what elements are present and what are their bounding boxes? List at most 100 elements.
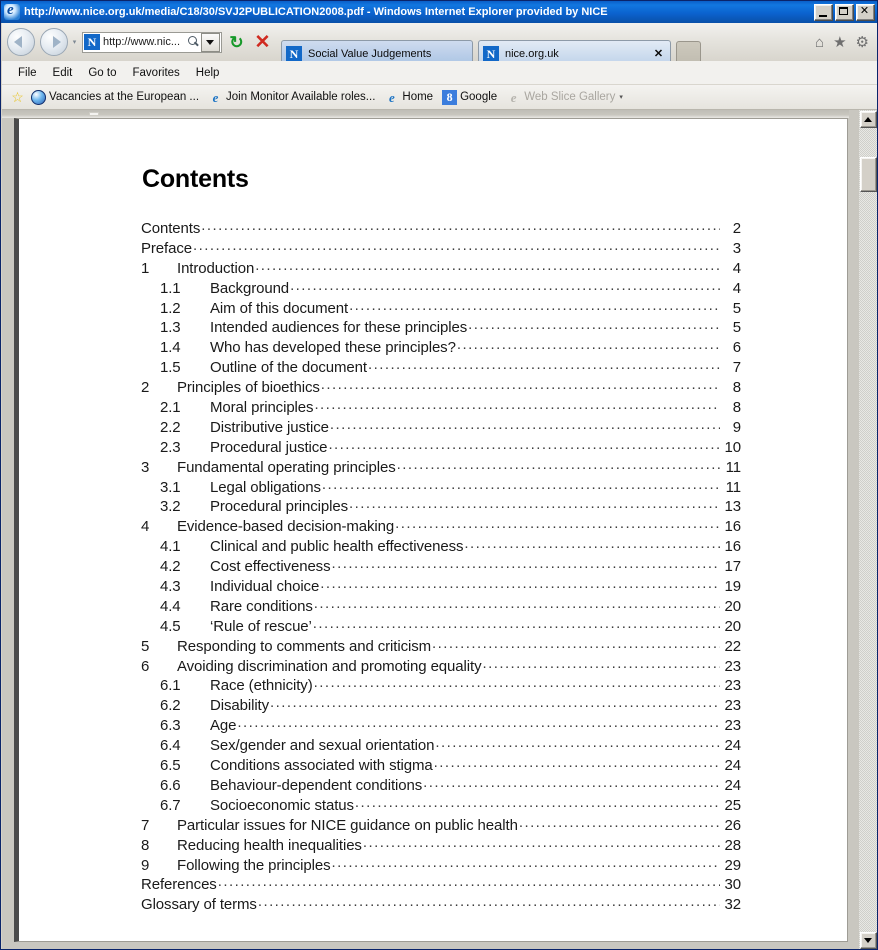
toc-entry[interactable]: 2.3 Procedural justice 10	[141, 438, 741, 458]
toc-entry-page: 10	[724, 438, 742, 456]
toc-entry[interactable]: 2.2 Distributive justice 9	[141, 418, 741, 438]
toc-leader-dots	[349, 299, 720, 313]
favorite-google[interactable]: 8 Google	[442, 89, 497, 105]
pdf-toolbar-sliver	[2, 110, 849, 118]
toc-leader-dots	[349, 497, 720, 511]
stop-icon[interactable]: ✕	[251, 31, 274, 54]
toc-entry-title: Procedural justice	[210, 438, 328, 456]
scroll-up-button[interactable]	[860, 111, 877, 128]
menu-file[interactable]: File	[10, 65, 45, 81]
toc-entry[interactable]: 2.1 Moral principles 8	[141, 398, 741, 418]
menu-edit[interactable]: Edit	[45, 65, 81, 81]
internet-explorer-icon	[4, 4, 20, 20]
toc-leader-dots	[423, 776, 720, 790]
favorite-vacancies-european[interactable]: Vacancies at the European ...	[31, 89, 199, 105]
toc-entry[interactable]: 1.2 Aim of this document 5	[141, 299, 741, 319]
toc-entry-title: Race (ethnicity)	[210, 677, 313, 695]
refresh-icon[interactable]: ↻	[225, 31, 248, 54]
toc-entry[interactable]: 1.3 Intended audiences for these principl…	[141, 318, 741, 338]
toc-entry-number: 6.7	[160, 796, 181, 814]
toc-entry[interactable]: 9 Following the principles 29	[141, 856, 741, 876]
menu-help[interactable]: Help	[188, 65, 228, 81]
recent-pages-chevron-icon[interactable]: ▾	[69, 38, 80, 46]
maximize-button[interactable]	[835, 3, 854, 21]
address-input[interactable]: http://www.nic...	[103, 36, 185, 48]
toc-entry[interactable]: 4.5 ‘Rule of rescue’ 20	[141, 617, 741, 637]
toolbar-right-icons: ⌂ ★ ⚙	[815, 35, 877, 50]
menu-go-to[interactable]: Go to	[80, 65, 124, 81]
scrollbar-thumb[interactable]	[860, 157, 877, 192]
favorites-star-icon[interactable]: ★	[833, 35, 846, 50]
toc-entry[interactable]: 4.1 Clinical and public health effectiven…	[141, 537, 741, 557]
toc-entry[interactable]: Preface 3	[141, 239, 741, 259]
toc-entry-title: Age	[210, 717, 237, 735]
toc-entry-page: 2	[732, 220, 741, 237]
toc-entry[interactable]: 6.3 Age 23	[141, 716, 741, 736]
toc-entry-number: 4.4	[160, 597, 181, 615]
favorite-home[interactable]: e Home	[384, 90, 433, 105]
menu-favorites[interactable]: Favorites	[125, 65, 188, 81]
toc-entry[interactable]: Glossary of terms 32	[141, 895, 741, 915]
toc-entry[interactable]: References 30	[141, 875, 741, 895]
toc-entry[interactable]: 7 Particular issues for NICE guidance on …	[141, 816, 741, 836]
toc-entry-number: 4	[141, 518, 150, 536]
toc-entry[interactable]: 1.1 Background 4	[141, 279, 741, 299]
toc-entry-title: Particular issues for NICE guidance on p…	[177, 816, 518, 834]
toc-entry-title: References	[141, 876, 217, 894]
toc-entry[interactable]: 4.3 Individual choice 19	[141, 577, 741, 597]
toc-entry-page: 16	[724, 538, 742, 556]
toc-entry[interactable]: 6.2 Disability 23	[141, 696, 741, 716]
toc-entry[interactable]: 5 Responding to comments and criticism 22	[141, 637, 741, 657]
home-icon[interactable]: ⌂	[815, 35, 824, 50]
search-icon[interactable]	[185, 34, 201, 50]
toc-leader-dots	[368, 358, 720, 372]
add-to-favorites-icon[interactable]: ☆	[10, 89, 25, 105]
toc-entry-page: 23	[724, 657, 742, 675]
address-dropdown-button[interactable]	[201, 32, 220, 52]
toc-entry-page: 13	[724, 498, 742, 516]
toc-entry[interactable]: 3.2 Procedural principles 13	[141, 497, 741, 517]
toc-entry[interactable]: 1 Introduction 4	[141, 259, 741, 279]
toc-entry[interactable]: 6 Avoiding discrimination and promoting e…	[141, 657, 741, 677]
toc-entry-title: Individual choice	[210, 578, 320, 596]
toc-entry-page: 9	[732, 418, 741, 436]
toc-entry[interactable]: 6.7 Socioeconomic status 25	[141, 796, 741, 816]
toc-entry[interactable]: 1.5 Outline of the document 7	[141, 358, 741, 378]
toc-entry[interactable]: Contents 2	[141, 219, 741, 239]
favorite-web-slice-gallery[interactable]: e Web Slice Gallery ▾	[506, 90, 623, 105]
tab-close-icon[interactable]: ✕	[652, 47, 665, 60]
back-button[interactable]	[7, 28, 35, 56]
toc-entry[interactable]: 6.6 Behaviour-dependent conditions 24	[141, 776, 741, 796]
forward-button[interactable]	[40, 28, 68, 56]
toc-entry[interactable]: 4.2 Cost effectiveness 17	[141, 557, 741, 577]
toc-entry-title: Principles of bioethics	[177, 379, 320, 397]
favorite-join-monitor[interactable]: e Join Monitor Available roles...	[208, 90, 376, 105]
vertical-scrollbar[interactable]	[859, 110, 877, 949]
toc-entry[interactable]: 2 Principles of bioethics 8	[141, 378, 741, 398]
toc-entry[interactable]: 6.1 Race (ethnicity) 23	[141, 676, 741, 696]
toc-entry[interactable]: 4.4 Rare conditions 20	[141, 597, 741, 617]
toc-entry[interactable]: 6.4 Sex/gender and sexual orientation 24	[141, 736, 741, 756]
scroll-down-button[interactable]	[860, 932, 877, 949]
toc-entry[interactable]: 4 Evidence-based decision-making 16	[141, 517, 741, 537]
toc-leader-dots	[237, 716, 720, 730]
toc-leader-dots	[395, 517, 720, 531]
toc-entry-page: 23	[724, 697, 742, 715]
toc-entry[interactable]: 8 Reducing health inequalities 28	[141, 836, 741, 856]
gear-icon[interactable]: ⚙	[856, 35, 869, 50]
toc-entry[interactable]: 3 Fundamental operating principles 11	[141, 458, 741, 478]
minimize-button[interactable]	[814, 3, 833, 21]
toc-entry-title: Who has developed these principles?	[210, 339, 456, 357]
toc-leader-dots	[435, 736, 720, 750]
toc-entry-page: 5	[732, 299, 741, 317]
toc-entry[interactable]: 3.1 Legal obligations 11	[141, 478, 741, 498]
chevron-down-icon[interactable]: ▾	[619, 93, 623, 101]
toc-entry-title: Background	[210, 279, 290, 297]
toc-leader-dots	[255, 259, 720, 273]
toc-entry[interactable]: 1.4 Who has developed these principles? 6	[141, 338, 741, 358]
close-window-button[interactable]: ✕	[856, 3, 875, 21]
toc-leader-dots	[218, 875, 720, 889]
address-bar[interactable]: N http://www.nic...	[82, 31, 222, 53]
toc-entry[interactable]: 6.5 Conditions associated with stigma 24	[141, 756, 741, 776]
toc-entry-page: 4	[732, 259, 741, 277]
